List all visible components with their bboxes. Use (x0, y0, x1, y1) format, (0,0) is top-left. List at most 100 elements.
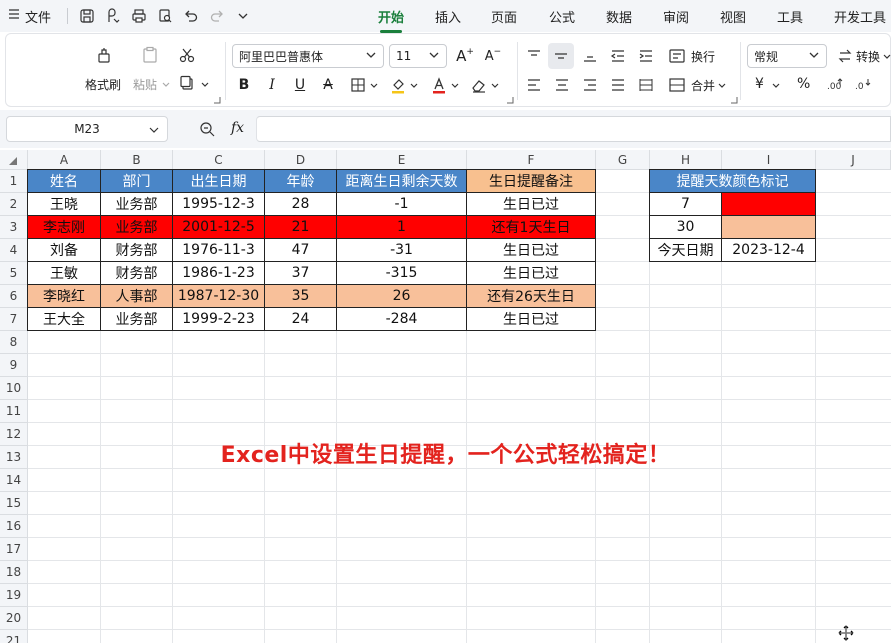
column-header-e[interactable]: E (337, 150, 467, 170)
table-cell[interactable]: 提醒天数颜色标记 (649, 169, 816, 193)
table-cell[interactable] (721, 192, 816, 216)
row-header[interactable]: 15 (0, 492, 28, 515)
increase-decimal-icon[interactable]: .00 (824, 75, 846, 95)
table-cell[interactable]: 1995-12-3 (172, 192, 265, 216)
table-cell[interactable]: 部门 (100, 169, 173, 193)
table-cell[interactable]: 21 (264, 215, 337, 239)
table-cell[interactable]: 还有26天生日 (466, 284, 596, 308)
currency-button[interactable]: ¥ (755, 76, 764, 92)
table-cell[interactable]: 出生日期 (172, 169, 265, 193)
merge-dropdown-icon[interactable] (718, 82, 726, 90)
table-cell[interactable]: 24 (264, 307, 337, 331)
font-color-dropdown-icon[interactable] (451, 82, 459, 90)
decrease-decimal-icon[interactable]: .0 (852, 75, 874, 95)
tab-developer[interactable]: 开发工具 (834, 7, 886, 26)
table-cell[interactable]: 生日已过 (466, 192, 596, 216)
table-cell[interactable]: 财务部 (100, 261, 173, 285)
column-header-i[interactable]: I (722, 150, 816, 170)
table-cell[interactable]: 28 (264, 192, 337, 216)
format-painter-icon[interactable] (91, 42, 117, 68)
tab-home[interactable]: 开始 (378, 7, 404, 33)
table-cell[interactable]: 1987-12-30 (172, 284, 265, 308)
clear-dropdown-icon[interactable] (491, 82, 499, 90)
fill-color-dropdown-icon[interactable] (410, 82, 418, 90)
row-header[interactable]: 20 (0, 607, 28, 630)
table-cell[interactable]: 2023-12-4 (721, 238, 816, 262)
table-cell[interactable]: 30 (649, 215, 722, 239)
tab-page[interactable]: 页面 (491, 7, 517, 26)
undo-icon[interactable] (178, 3, 204, 29)
table-cell[interactable]: 姓名 (27, 169, 101, 193)
strikethrough-button[interactable]: A (317, 74, 339, 96)
table-cell[interactable] (721, 215, 816, 239)
copy-dropdown-icon[interactable] (201, 81, 209, 89)
table-cell[interactable]: 人事部 (100, 284, 173, 308)
formula-input[interactable] (256, 116, 891, 142)
currency-dropdown-icon[interactable] (772, 82, 780, 90)
italic-button[interactable]: I (261, 74, 283, 96)
table-cell[interactable]: 2001-12-5 (172, 215, 265, 239)
column-header-a[interactable]: A (28, 150, 101, 170)
merge-cells-icon[interactable] (666, 74, 688, 96)
row-header[interactable]: 21 (0, 630, 28, 643)
increase-font-size-button[interactable]: A + (454, 45, 476, 67)
row-header[interactable]: 6 (0, 285, 28, 308)
row-header[interactable]: 4 (0, 239, 28, 262)
convert-icon[interactable] (834, 45, 856, 67)
row-header[interactable]: 9 (0, 354, 28, 377)
decrease-indent-icon[interactable] (607, 45, 629, 67)
font-color-icon[interactable] (429, 74, 449, 96)
borders-icon[interactable] (348, 74, 368, 96)
tab-view[interactable]: 视图 (720, 7, 746, 26)
distributed-align-icon[interactable] (635, 74, 657, 96)
table-cell[interactable]: 35 (264, 284, 337, 308)
column-header-d[interactable]: D (265, 150, 337, 170)
table-cell[interactable]: 王大全 (27, 307, 101, 331)
zoom-function-icon[interactable] (198, 120, 216, 138)
more-chevron-down-icon[interactable] (230, 3, 256, 29)
copy-icon[interactable] (176, 72, 198, 94)
decrease-font-size-button[interactable]: A − (482, 45, 504, 67)
table-cell[interactable]: -31 (336, 238, 467, 262)
table-cell[interactable]: 今天日期 (649, 238, 722, 262)
table-cell[interactable]: 生日提醒备注 (466, 169, 596, 193)
cut-icon[interactable] (176, 44, 198, 66)
row-header[interactable]: 8 (0, 331, 28, 354)
table-cell[interactable]: 生日已过 (466, 261, 596, 285)
bold-button[interactable]: B (233, 74, 255, 96)
alignment-expand-icon[interactable] (730, 96, 738, 104)
table-cell[interactable]: 生日已过 (466, 238, 596, 262)
align-top-icon[interactable] (523, 45, 545, 67)
file-menu[interactable]: 文件 (8, 7, 51, 26)
tab-review[interactable]: 审阅 (663, 7, 689, 26)
print-preview-icon[interactable] (152, 3, 178, 29)
table-cell[interactable]: 1999-2-23 (172, 307, 265, 331)
table-cell[interactable]: 李志刚 (27, 215, 101, 239)
insert-function-button[interactable]: fx (231, 120, 244, 136)
table-cell[interactable]: -1 (336, 192, 467, 216)
table-cell[interactable]: 26 (336, 284, 467, 308)
align-left-icon[interactable] (523, 74, 545, 96)
column-header-j[interactable]: J (816, 150, 891, 170)
export-pdf-icon[interactable] (100, 3, 126, 29)
save-icon[interactable] (74, 3, 100, 29)
row-header[interactable]: 10 (0, 377, 28, 400)
table-cell[interactable]: -284 (336, 307, 467, 331)
merge-label[interactable]: 合并 (691, 77, 715, 94)
underline-button[interactable]: U (289, 74, 311, 96)
redo-icon[interactable] (204, 3, 230, 29)
column-header-c[interactable]: C (173, 150, 265, 170)
table-cell[interactable]: 业务部 (100, 215, 173, 239)
wrap-text-label[interactable]: 换行 (691, 48, 715, 65)
table-cell[interactable]: 7 (649, 192, 722, 216)
table-cell[interactable]: 刘备 (27, 238, 101, 262)
wrap-text-icon[interactable] (666, 45, 688, 67)
table-cell[interactable]: 李晓红 (27, 284, 101, 308)
clear-format-eraser-icon[interactable] (469, 74, 489, 96)
table-cell[interactable]: 1976-11-3 (172, 238, 265, 262)
font-size-select[interactable]: 11 (389, 44, 447, 68)
row-header[interactable]: 14 (0, 469, 28, 492)
tab-tools[interactable]: 工具 (777, 7, 803, 26)
table-cell[interactable]: 1 (336, 215, 467, 239)
percent-button[interactable]: % (797, 76, 810, 92)
